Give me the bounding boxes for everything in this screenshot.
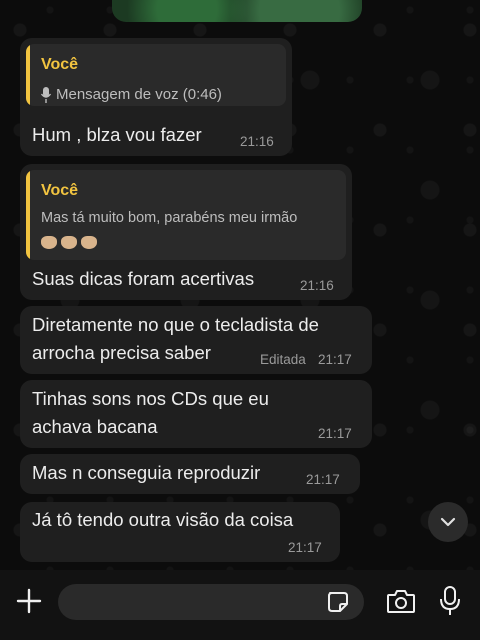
message-text: Hum , blza vou fazer [32, 124, 202, 145]
quote-accent-bar [26, 44, 30, 106]
message-text-line: arrocha precisa saber [32, 342, 211, 363]
chevron-down-icon [440, 517, 456, 527]
microphone-icon[interactable] [439, 586, 461, 616]
message-bubble[interactable]: Você Mensagem de voz (0:46) Hum , blza v… [20, 38, 292, 156]
message-text-line: achava bacana [32, 416, 158, 437]
message-text: Já tô tendo outra visão da coisa [32, 509, 294, 530]
clapping-hands-icon [61, 236, 77, 250]
clapping-hands-icon [81, 236, 97, 250]
edited-label: Editada [260, 352, 306, 367]
clapping-hands-icon [41, 236, 57, 250]
message-time: 21:17 [288, 540, 322, 555]
message-input[interactable] [58, 584, 364, 620]
quote-text: Mas tá muito bom, parabéns meu irmão [41, 210, 298, 226]
microphone-icon [40, 87, 52, 106]
quote-author: Você [41, 56, 79, 73]
message-bubble[interactable]: Você Mas tá muito bom, parabéns meu irmã… [20, 164, 352, 300]
message-bubble[interactable]: Diretamente no que o tecladista de arroc… [20, 306, 372, 374]
message-bubble[interactable]: Já tô tendo outra visão da coisa 21:17 [20, 502, 340, 562]
quoted-message[interactable]: Você Mensagem de voz (0:46) [26, 44, 286, 106]
message-bubble[interactable]: Tinhas sons nos CDs que eu achava bacana… [20, 380, 372, 448]
message-text: Suas dicas foram acertivas [32, 268, 255, 289]
message-text-line: Tinhas sons nos CDs que eu [32, 388, 269, 409]
quoted-message[interactable]: Você Mas tá muito bom, parabéns meu irmã… [26, 170, 346, 260]
quote-text: Mensagem de voz (0:46) [56, 86, 222, 103]
sticker-icon[interactable] [326, 590, 350, 614]
message-bubble[interactable]: Mas n conseguia reproduzir 21:17 [20, 454, 360, 494]
message-time: 21:16 [300, 278, 334, 293]
scroll-to-bottom-button[interactable] [428, 502, 468, 542]
message-time: 21:17 [318, 426, 352, 441]
camera-icon[interactable] [386, 588, 416, 614]
message-text: Mas n conseguia reproduzir [32, 462, 261, 483]
clapping-emoji-row [41, 234, 101, 252]
quote-accent-bar [26, 170, 30, 260]
message-time: 21:16 [240, 134, 274, 149]
quote-author: Você [41, 182, 79, 199]
media-preview-strip[interactable] [112, 0, 362, 22]
message-time: 21:17 [318, 352, 352, 367]
message-time: 21:17 [306, 472, 340, 487]
plus-icon[interactable] [16, 588, 42, 614]
message-text-line: Diretamente no que o tecladista de [32, 314, 319, 335]
